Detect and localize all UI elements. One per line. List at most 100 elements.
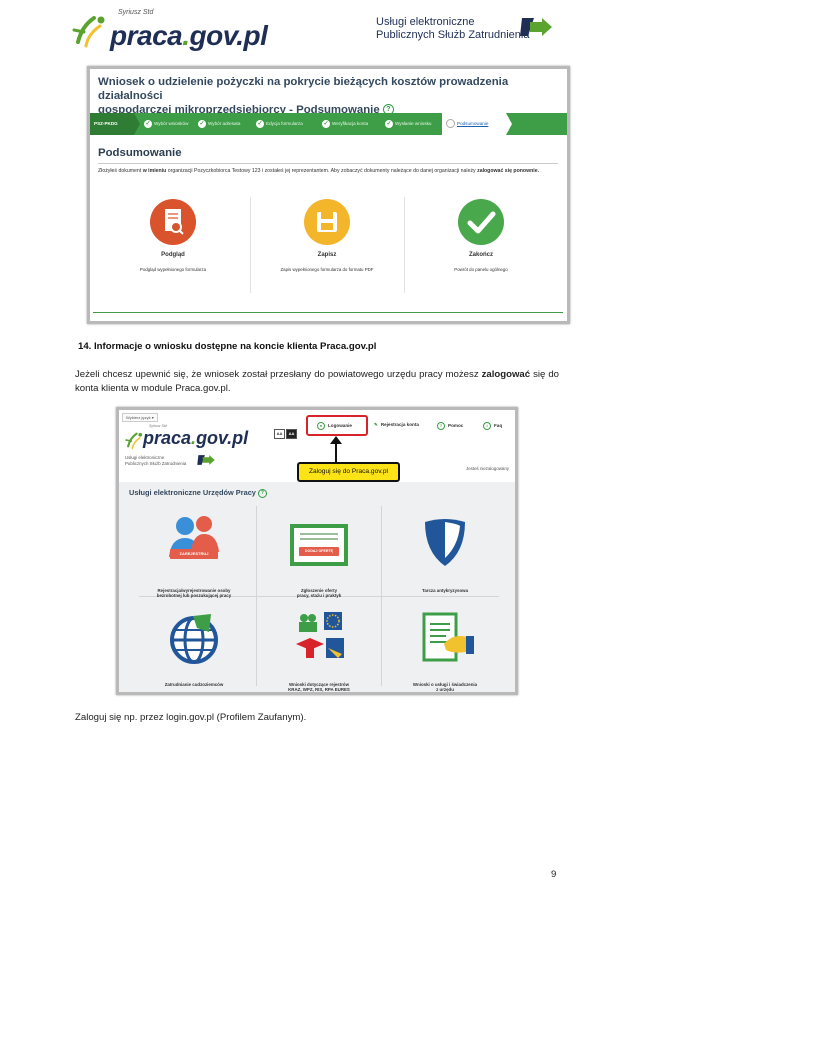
- step-label: Edycja formularza: [266, 121, 303, 126]
- check-icon: ✓: [385, 119, 393, 128]
- shield-icon: [425, 519, 465, 566]
- pss-brand-icon: [197, 455, 215, 465]
- check-icon: ✓: [256, 119, 264, 128]
- step-podsumowanie[interactable]: Podsumowanie: [442, 113, 506, 135]
- tile-line-2: bezrobotnej lub poszukującej pracy: [156, 593, 232, 598]
- desc-bold: zalogować się ponownie.: [477, 168, 540, 174]
- form-title: Wniosek o udzielenie pożyczki na pokryci…: [98, 75, 558, 117]
- section-heading: 14. Informacje o wniosku dostępne na kon…: [78, 341, 377, 352]
- checkmark-glyph: [467, 211, 496, 234]
- tile-tarcza[interactable]: Tarcza antykryzysowa: [385, 512, 505, 593]
- arrow-shaft: [335, 443, 337, 463]
- praca-portal-screenshot: Wybierz język ▾ Syriusz Std praca.gov.pl…: [116, 407, 518, 695]
- action-sub: Zapis wypełnionego formularza do formatu…: [280, 267, 374, 272]
- praca-gov-logo: Syriusz Std praca.gov.pl: [72, 8, 272, 52]
- nav-faq[interactable]: i Faq: [483, 422, 502, 430]
- tile-wnioski-uslugi[interactable]: Wnioski o usługi i świadczenia z urzędu: [385, 608, 505, 692]
- step-wyslanie-wniosku: ✓ Wysłanie wniosku: [385, 113, 431, 135]
- step-chevron: [134, 113, 140, 135]
- action-label: Zakończ: [468, 252, 493, 258]
- praca-logo-figure-icon: [125, 432, 143, 450]
- portal-subtitle: Usługi elektroniczne Publicznych Służb Z…: [125, 455, 186, 466]
- step-label: Podsumowanie: [457, 121, 489, 126]
- preview-document-glyph: [165, 209, 184, 235]
- help-icon[interactable]: ?: [257, 488, 267, 498]
- circle-icon: [446, 119, 455, 129]
- para-text: Jeżeli chcesz upewnić się, że wniosek zo…: [75, 369, 482, 380]
- paragraph-2: Zaloguj się np. przez login.gov.pl (Prof…: [75, 712, 307, 723]
- registers-icon: [296, 612, 344, 658]
- step-label: Wysłanie wniosku: [395, 121, 432, 126]
- nav-label: Pomoc: [448, 423, 464, 429]
- tile-oferta[interactable]: DODAJ OFERTĘ Zgłoszenie oferty pracy, st…: [259, 512, 379, 599]
- nav-label: Rejestracja konta: [380, 422, 419, 427]
- font-contrast-button[interactable]: AA: [286, 429, 297, 439]
- logo-superscript: Syriusz Std: [118, 9, 154, 16]
- font-normal-button[interactable]: AA: [274, 429, 285, 439]
- nav-label: Faq: [494, 423, 503, 429]
- login-highlight: [306, 415, 368, 436]
- help-icon: ?: [437, 422, 445, 430]
- register-button[interactable]: ZAREJESTRUJ: [170, 549, 218, 559]
- font-size-controls: AA AA: [274, 422, 298, 440]
- summary-screenshot: Wniosek o udzielenie pożyczki na pokryci…: [87, 66, 570, 324]
- action-sub: Podgląd wypełnionego formularza: [139, 267, 207, 272]
- praca-logo-figure-icon: [72, 16, 105, 48]
- desc-bold: w imieniu: [142, 168, 167, 174]
- step-weryfikacja-konta: ✓ Weryfikacja konta: [322, 113, 368, 135]
- nav-rejestracja[interactable]: ✎ Rejestracja konta: [374, 422, 419, 428]
- divider: [98, 163, 558, 164]
- paragraph-1: Jeżeli chcesz upewnić się, że wniosek zo…: [75, 368, 559, 396]
- save-floppy-icon: [304, 199, 350, 245]
- tile-line-1: Tarcza antykryzysowa: [421, 587, 469, 593]
- login-callout: Zaloguj się do Praca.gov.pl: [297, 462, 400, 482]
- action-zapisz[interactable]: Zapisz Zapis wypełnionego formularza do …: [252, 199, 402, 299]
- language-select[interactable]: Wybierz język ▾: [122, 413, 158, 422]
- tile-line-1: Zatrudnianie cudzoziemców: [164, 681, 224, 687]
- tile-cudzoziemcy[interactable]: Zatrudnianie cudzoziemców: [134, 608, 254, 687]
- logo-main: praca: [143, 428, 192, 448]
- pss-brand-icon: [520, 18, 552, 36]
- nav-pomoc[interactable]: ? Pomoc: [437, 422, 463, 430]
- tile-line-2: z urzędu: [436, 687, 454, 692]
- action-podglad[interactable]: Podgląd Podgląd wypełnionego formularza: [98, 199, 248, 299]
- step-chevron: [506, 113, 512, 135]
- form-title-line-1: Wniosek o udzielenie pożyczki na pokryci…: [98, 76, 509, 102]
- divider: [404, 197, 405, 293]
- step-label: Wybór wniosków: [154, 121, 189, 126]
- logo-tail: gov.pl: [189, 20, 268, 51]
- tile-line-2: pracy, stażu i praktyk: [296, 593, 342, 598]
- step-wybor-wnioskow: ✓ Wybór wniosków: [144, 113, 188, 135]
- para-bold: zalogować: [481, 369, 531, 380]
- action-label: Zapisz: [317, 252, 337, 258]
- subtitle-line-2: Publicznych Służb Zatrudnienia: [125, 460, 187, 466]
- service-line-1: Usługi elektroniczne: [376, 16, 475, 28]
- logo-text: praca.gov.pl: [143, 428, 248, 449]
- tile-rejestracja[interactable]: ZAREJESTRUJ Rejestracja/wyrejestrowanie …: [134, 512, 254, 599]
- divider: [250, 197, 251, 293]
- tile-rejestry[interactable]: Wnioski dotyczące rejestrów KRAZ, WPZ, R…: [259, 608, 379, 692]
- save-floppy-glyph: [317, 212, 337, 232]
- document-hand-icon: [422, 612, 474, 662]
- people-register-icon: [169, 516, 219, 557]
- language-select-label: Wybierz język: [126, 415, 151, 420]
- action-label: Podgląd: [161, 252, 185, 258]
- check-icon: ✓: [322, 119, 330, 128]
- tile-line-2: KRAZ, WPZ, RIS, RPA EURES: [288, 687, 350, 692]
- header-service-name: Usługi elektroniczne Publicznych Służb Z…: [376, 16, 529, 42]
- faq-icon: i: [483, 422, 491, 430]
- action-zakoncz[interactable]: Zakończ Powrót do panelu ogólnego: [406, 199, 556, 299]
- service-line-2: Publicznych Służb Zatrudnienia: [376, 29, 530, 41]
- action-sub: Powrót do panelu ogólnego: [454, 267, 508, 272]
- services-heading-text: Usługi elektroniczne Urzędów Pracy: [129, 488, 256, 497]
- step-edycja-formularza: ✓ Edycja formularza: [256, 113, 303, 135]
- portal-logo[interactable]: Syriusz Std praca.gov.pl: [125, 424, 248, 454]
- logo-text: praca.gov.pl: [110, 20, 268, 52]
- job-offer-icon: [290, 524, 348, 566]
- services-heading: Usługi elektroniczne Urzędów Pracy?: [129, 488, 267, 498]
- step-label: Weryfikacja konta: [332, 121, 369, 126]
- step-wybor-adresata: ✓ Wybór adresata: [198, 113, 240, 135]
- pencil-icon: ✎: [374, 422, 378, 427]
- add-offer-button[interactable]: DODAJ OFERTĘ: [299, 547, 339, 556]
- logo-dot: .: [182, 20, 190, 51]
